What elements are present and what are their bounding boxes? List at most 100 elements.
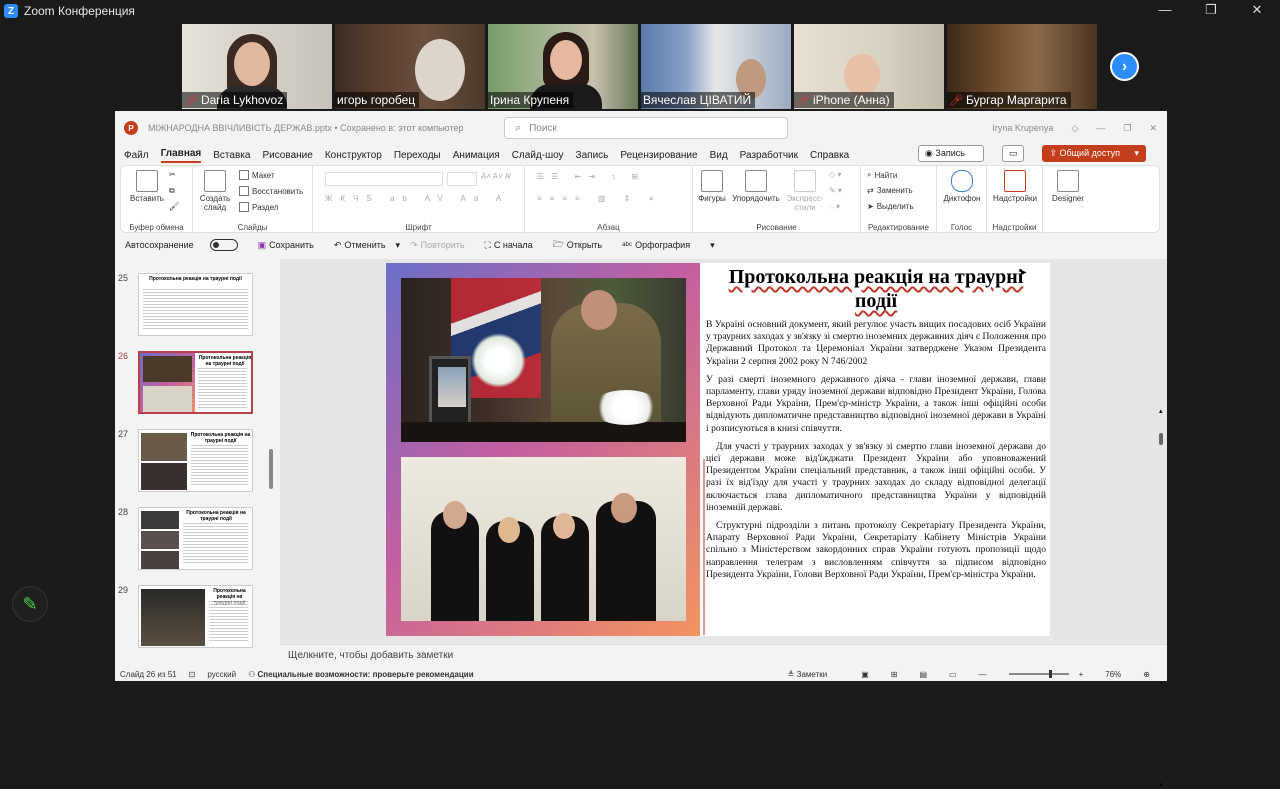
zoom-in-icon[interactable]: +: [1079, 670, 1084, 679]
customize-qat-icon[interactable]: ▾: [710, 240, 715, 251]
autosave-toggle[interactable]: Автосохранение: [125, 239, 248, 251]
font-format-icons[interactable]: ЖКЧS ab AV Aa A: [325, 194, 509, 203]
participant-tile-active-speaker[interactable]: Ірина Крупеня: [488, 24, 638, 109]
tab-draw[interactable]: Рисование: [262, 150, 312, 161]
reset-button[interactable]: Восстановить: [239, 186, 303, 196]
align-icons[interactable]: ≡≡≡≡ ▥ ⇕ ⋄: [537, 194, 662, 203]
tab-record[interactable]: Запись: [576, 150, 609, 161]
minimize-icon[interactable]: —: [1096, 123, 1105, 133]
close-button[interactable]: ✕: [1234, 0, 1280, 22]
annotate-pencil-button[interactable]: ✎: [12, 586, 48, 622]
participant-tile[interactable]: игорь горобец: [335, 24, 485, 109]
thumb-number: 25: [118, 273, 129, 283]
restore-icon[interactable]: ❐: [1123, 123, 1131, 134]
select-button[interactable]: ➤ Выделить: [867, 202, 914, 211]
participant-tile[interactable]: 🎤︎ iPhone (Анна): [794, 24, 944, 109]
slideshow-view-icon[interactable]: ▭: [949, 670, 957, 679]
search-input[interactable]: ⌕ Поиск: [504, 117, 788, 139]
next-page-button[interactable]: ›: [1110, 52, 1139, 81]
quick-styles-button[interactable]: Экспресс-стили: [785, 170, 825, 212]
tab-insert[interactable]: Вставка: [213, 150, 250, 161]
accessibility-status[interactable]: ⚇ Специальные возможности: проверьте рек…: [248, 670, 474, 679]
arrange-button[interactable]: Упорядочить: [729, 170, 783, 203]
replace-icon: ⇄: [867, 186, 874, 195]
canvas-scrollbar[interactable]: ▴ ▾: [1157, 408, 1165, 789]
tab-review[interactable]: Рецензирование: [620, 150, 697, 161]
clipboard-group: Вставить ✂ ⧉ 🖌︎ Буфер обмена: [121, 166, 193, 234]
fit-slide-icon[interactable]: ⊕: [1143, 670, 1150, 679]
find-button[interactable]: ⌕ Найти: [867, 170, 897, 180]
tab-view[interactable]: Вид: [710, 150, 728, 161]
participant-gallery: 🎤︎ Daria Lykhovoz игорь горобец Ірина Кру…: [0, 22, 1280, 110]
slide-paragraph: У разі смерті іноземного державного діяч…: [706, 373, 1046, 434]
font-size-icons[interactable]: A˄ A˅ A̸: [481, 172, 510, 181]
slide-thumbnail-selected[interactable]: Протокольна реакція на траурні події: [138, 351, 253, 414]
share-button[interactable]: ⇪ Общий доступ ▾: [1042, 145, 1146, 162]
slide-thumbnail[interactable]: Протокольна реакція на траурні події: [138, 507, 253, 570]
paste-button[interactable]: Вставить: [129, 170, 165, 203]
minimize-button[interactable]: —: [1142, 0, 1188, 22]
tab-file[interactable]: Файл: [124, 150, 149, 161]
participant-tile[interactable]: 🎤︎ Бургар Маргарита: [947, 24, 1097, 109]
thumbnails-scrollbar[interactable]: [269, 449, 273, 489]
group-label: Слайды: [237, 223, 268, 232]
copy-icon[interactable]: ⧉: [169, 186, 175, 196]
addins-button[interactable]: Надстройки: [991, 170, 1039, 203]
notes-pane[interactable]: Щелкните, чтобы добавить заметки: [280, 644, 1167, 667]
language-status[interactable]: русский: [207, 670, 236, 679]
new-slide-button[interactable]: Создать слайд: [199, 170, 231, 212]
comments-button[interactable]: ▭: [1001, 145, 1025, 162]
spelling-button[interactable]: ᵃᵇᶜ Орфография: [622, 240, 700, 250]
slide-paragraph: Структурні підрозділи з питань протоколу…: [706, 520, 1046, 580]
shapes-button[interactable]: Фигуры: [695, 170, 729, 203]
save-button[interactable]: ▣ Сохранить: [258, 240, 324, 251]
font-size-select[interactable]: [447, 172, 477, 186]
redo-button[interactable]: ↷ Повторить: [410, 240, 474, 251]
notes-button[interactable]: ≜ Заметки: [788, 670, 840, 679]
zoom-level[interactable]: 76%: [1105, 670, 1121, 679]
tab-help[interactable]: Справка: [810, 150, 849, 161]
layout-button[interactable]: Макет: [239, 170, 275, 180]
shape-fill-icon[interactable]: ◇ ▾: [829, 170, 841, 179]
slide-thumbnail[interactable]: Протокольна реакція на траурні події: [138, 585, 253, 648]
from-start-button[interactable]: ⛶ С начала: [485, 240, 543, 251]
normal-view-icon[interactable]: ▣: [861, 670, 869, 679]
slide-thumbnail[interactable]: Протокольна реакція на траурні події: [138, 429, 253, 492]
tab-developer[interactable]: Разработчик: [740, 150, 798, 161]
maximize-button[interactable]: ❐: [1188, 0, 1234, 22]
participant-name: игорь горобец: [335, 92, 420, 108]
slide-text-panel: Протокольна реакція на траурні події В У…: [700, 263, 1050, 636]
shape-outline-icon[interactable]: ✎ ▾: [829, 186, 842, 195]
zoom-out-icon[interactable]: —: [979, 670, 987, 679]
dictate-button[interactable]: Диктофон: [941, 170, 983, 203]
tab-transitions[interactable]: Переходы: [394, 150, 441, 161]
close-icon[interactable]: ✕: [1149, 123, 1157, 134]
shape-effects-icon[interactable]: ◌ ▾: [829, 202, 840, 211]
font-name-select[interactable]: [325, 172, 443, 186]
designer-button[interactable]: Designer: [1047, 170, 1089, 203]
tab-slideshow[interactable]: Слайд-шоу: [512, 150, 564, 161]
font-group: A˄ A˅ A̸ ЖКЧS ab AV Aa A Шрифт: [313, 166, 525, 234]
current-slide[interactable]: Протокольна реакція на траурні події В У…: [386, 263, 1050, 636]
list-icons[interactable]: ☰☰ ⇤⇥ ↕ ⊞: [537, 172, 645, 181]
format-painter-icon[interactable]: 🖌︎: [169, 202, 179, 211]
replace-button[interactable]: ⇄ Заменить: [867, 186, 913, 195]
tab-design[interactable]: Конструктор: [325, 150, 382, 161]
muted-mic-icon: 🎤︎: [184, 94, 198, 107]
reading-view-icon[interactable]: ▤: [919, 670, 927, 679]
tab-animations[interactable]: Анимация: [453, 150, 500, 161]
section-button[interactable]: Раздел: [239, 202, 278, 212]
participant-tile[interactable]: 🎤︎ Daria Lykhovoz: [182, 24, 332, 109]
cut-icon[interactable]: ✂: [169, 170, 176, 179]
slide-sorter-icon[interactable]: ⊞: [891, 670, 898, 679]
user-name[interactable]: Iryna Krupenya: [992, 123, 1053, 133]
diamond-icon: ◇: [1071, 122, 1079, 133]
open-button[interactable]: 🗁︎ Открыть: [553, 237, 613, 253]
spelling-status-icon[interactable]: ⊡: [189, 670, 196, 679]
undo-button[interactable]: ↶ Отменить ▾: [334, 240, 400, 251]
record-button[interactable]: ◉ Запись: [918, 145, 984, 162]
participant-tile[interactable]: Вячеслав ЦІВАТИЙ: [641, 24, 791, 109]
slide-thumbnail[interactable]: Протокольна реакція на траурні події: [138, 273, 253, 336]
zoom-slider[interactable]: [1008, 670, 1069, 678]
tab-home[interactable]: Главная: [160, 148, 202, 163]
